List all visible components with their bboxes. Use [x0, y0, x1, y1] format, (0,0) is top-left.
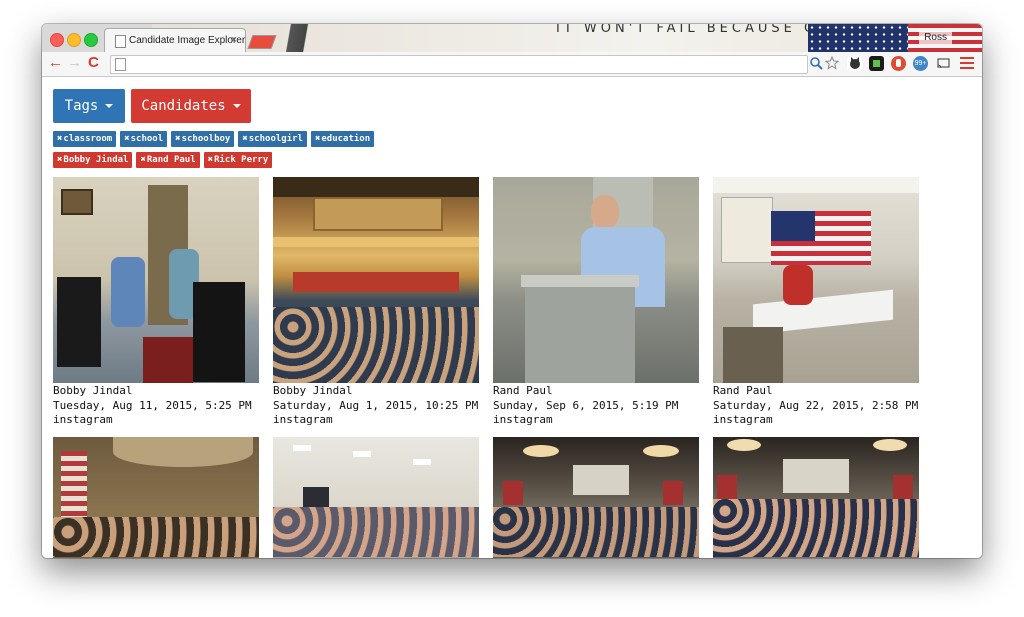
image-card[interactable]: [53, 437, 259, 558]
remove-icon: ✖: [57, 155, 63, 165]
remove-icon: ✖: [175, 134, 181, 144]
image-card[interactable]: Bobby Jindal Saturday, Aug 1, 2015, 10:2…: [273, 177, 479, 428]
tab-close-icon[interactable]: ×: [231, 34, 237, 46]
tag-chip-schoolgirl[interactable]: ✖schoolgirl: [238, 131, 307, 147]
address-bar[interactable]: [110, 55, 808, 74]
image-meta: Rand Paul Sunday, Sep 6, 2015, 5:19 PM i…: [493, 384, 699, 428]
page-icon: [115, 58, 126, 71]
image-card[interactable]: [273, 437, 479, 558]
tab-title: Candidate Image Explorer: [129, 35, 246, 46]
remove-icon: ✖: [242, 134, 248, 144]
candidates-button-label: Candidates: [141, 98, 226, 114]
image-card[interactable]: [713, 437, 919, 558]
chrome-menu-icon[interactable]: [960, 55, 974, 72]
remove-icon: ✖: [207, 155, 214, 165]
tab-candidate-image-explorer[interactable]: Candidate Image Explorer ×: [104, 28, 246, 52]
image-source: instagram: [713, 413, 773, 426]
caret-down-icon: [232, 104, 241, 108]
candidate-photo[interactable]: [53, 437, 259, 558]
browser-window: IT WON'T FAIL BECAUSE OF ME Candidate Im…: [42, 24, 982, 558]
back-arrow-icon[interactable]: ←: [48, 54, 63, 72]
remove-icon: ✖: [140, 155, 146, 165]
image-source: instagram: [53, 413, 113, 426]
candidates-dropdown-button[interactable]: Candidates: [131, 89, 251, 123]
candidate-name: Bobby Jindal: [273, 384, 353, 397]
candidate-name: Bobby Jindal: [53, 384, 133, 397]
extension-cat-icon[interactable]: [847, 56, 862, 71]
extension-ghostery-icon[interactable]: [891, 56, 906, 71]
zoom-window-button[interactable]: [84, 33, 98, 47]
flag-image: [808, 24, 982, 52]
image-card[interactable]: [493, 437, 699, 558]
candidate-photo[interactable]: [273, 437, 479, 558]
candidate-chip-rand-paul[interactable]: ✖Rand Paul: [136, 152, 200, 168]
profile-name[interactable]: Ross: [919, 31, 952, 44]
tags-dropdown-button[interactable]: Tags: [53, 89, 125, 123]
reload-icon[interactable]: C: [88, 54, 99, 72]
extension-badge-icon[interactable]: 99+: [913, 56, 928, 71]
image-meta: Bobby Jindal Saturday, Aug 1, 2015, 10:2…: [273, 384, 479, 428]
tag-chip-school[interactable]: ✖school: [120, 131, 168, 147]
candidate-chip-bobby-jindal[interactable]: ✖Bobby Jindal: [53, 152, 133, 168]
remove-icon: ✖: [314, 134, 321, 144]
tags-button-label: Tags: [64, 98, 99, 114]
minimize-window-button[interactable]: [67, 33, 81, 47]
image-meta: Bobby Jindal Tuesday, Aug 11, 2015, 5:25…: [53, 384, 259, 428]
tag-chip-education[interactable]: ✖education: [310, 131, 375, 147]
close-window-button[interactable]: [50, 33, 64, 47]
image-card[interactable]: Rand Paul Saturday, Aug 22, 2015, 2:58 P…: [713, 177, 919, 428]
image-date: Sunday, Sep 6, 2015, 5:19 PM: [493, 398, 679, 412]
remove-icon: ✖: [57, 134, 63, 144]
tag-chip-schoolboy[interactable]: ✖schoolboy: [171, 131, 235, 147]
image-date: Tuesday, Aug 11, 2015, 5:25 PM: [53, 398, 252, 412]
browser-toolbar: ← → C 99+: [42, 52, 982, 77]
page-icon: [115, 35, 126, 48]
new-tab-button[interactable]: [247, 35, 277, 49]
image-meta: Rand Paul Saturday, Aug 22, 2015, 2:58 P…: [713, 384, 919, 428]
candidate-photo[interactable]: [493, 437, 699, 558]
candidate-photo[interactable]: [273, 177, 479, 383]
tab-strip: IT WON'T FAIL BECAUSE OF ME Candidate Im…: [42, 24, 982, 52]
candidate-chip-rick-perry[interactable]: ✖Rick Perry: [203, 152, 273, 168]
candidate-photo[interactable]: [493, 177, 699, 383]
image-card[interactable]: Rand Paul Sunday, Sep 6, 2015, 5:19 PM i…: [493, 177, 699, 428]
candidate-name: Rand Paul: [493, 384, 553, 397]
tag-chip-classroom[interactable]: ✖classroom: [53, 131, 117, 147]
tag-filter-chips: ✖classroom ✖school ✖schoolboy ✖schoolgirl ✖e…: [53, 126, 953, 147]
candidate-photo[interactable]: [713, 177, 919, 383]
image-source: instagram: [273, 413, 333, 426]
candidate-name: Rand Paul: [713, 384, 773, 397]
image-source: instagram: [493, 413, 553, 426]
page-content: Tags Candidates ✖classroom ✖school ✖school…: [42, 77, 982, 558]
candidate-photo[interactable]: [713, 437, 919, 558]
remove-icon: ✖: [124, 134, 130, 144]
candidate-photo[interactable]: [53, 177, 259, 383]
forward-arrow-icon[interactable]: →: [67, 54, 82, 72]
image-date: Saturday, Aug 1, 2015, 10:25 PM: [273, 398, 479, 412]
cast-icon[interactable]: [936, 56, 951, 71]
bookmark-star-icon[interactable]: [824, 55, 839, 71]
extension-green-icon[interactable]: [869, 56, 884, 71]
image-card[interactable]: Bobby Jindal Tuesday, Aug 11, 2015, 5:25…: [53, 177, 259, 428]
caret-down-icon: [105, 104, 114, 108]
extension-badge-count: 99+: [914, 60, 927, 67]
tabstrip-theme-image: IT WON'T FAIL BECAUSE OF ME: [152, 24, 982, 52]
candidate-filter-chips: ✖Bobby Jindal ✖Rand Paul ✖Rick Perry: [53, 147, 953, 168]
image-date: Saturday, Aug 22, 2015, 2:58 PM: [713, 398, 919, 412]
search-zoom-icon[interactable]: [808, 56, 823, 71]
